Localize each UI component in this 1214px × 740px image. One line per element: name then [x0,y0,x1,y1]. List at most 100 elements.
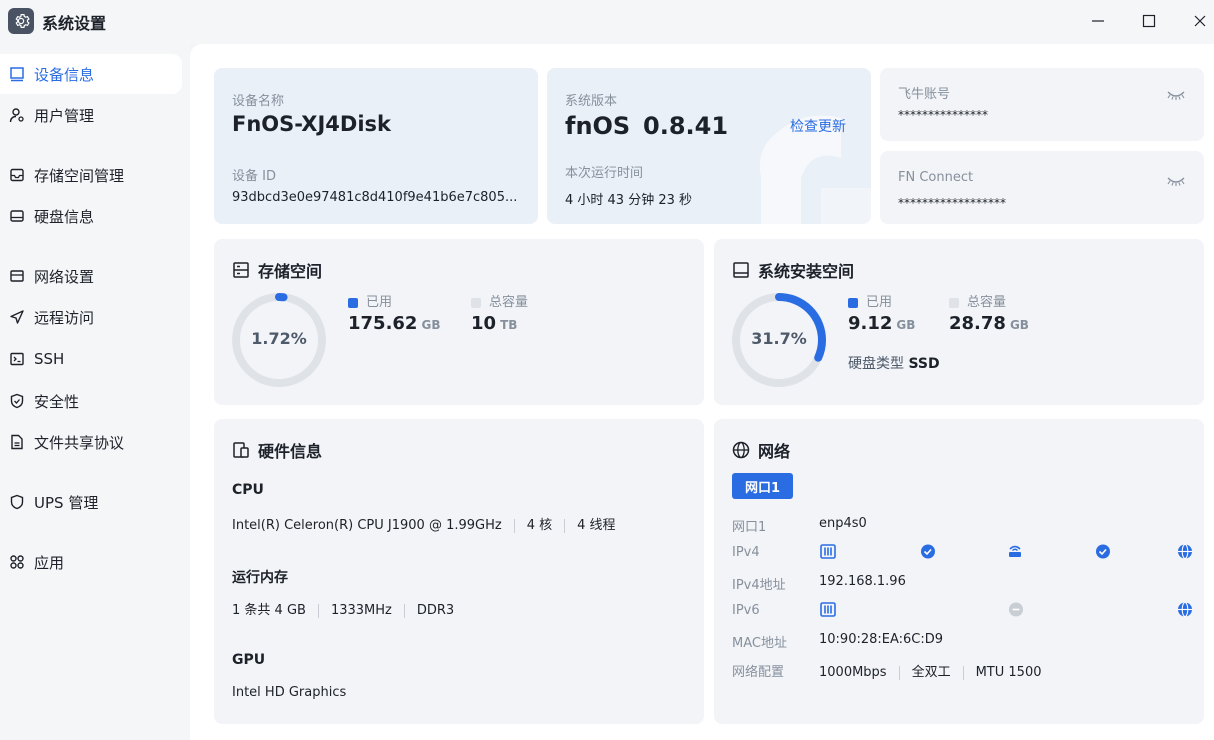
ipv4-connection-diagram [820,543,1192,560]
ipv6-connection-diagram [820,601,1192,618]
minimize-button[interactable] [1086,10,1110,32]
storage-percent: 1.72% [251,329,307,348]
device-id-label: 设备 ID [232,169,276,184]
memory-specs: 1 条共 4 GB 1333MHz DDR3 [232,599,454,618]
sidebar-item-label: 用户管理 [34,106,95,125]
divider [564,518,566,533]
used-number: 9.12 [848,313,893,334]
gpu-label: GPU [232,652,266,668]
storage-total-legend: 总容量 [471,291,528,310]
os-version: 0.8.41 [643,112,729,140]
storage-title: 存储空间 [232,258,322,282]
link-speed: 1000Mbps [819,665,887,680]
system-total-legend: 总容量 [949,291,1006,310]
port-value: enp4s0 [819,516,867,531]
duplex-mode: 全双工 [911,665,951,680]
device-name: FnOS-XJ4Disk [232,112,391,136]
memory-speed: 1333MHz [330,603,392,618]
system-space-percent: 31.7% [751,329,807,348]
system-space-title-text: 系统安装空间 [758,262,855,281]
sidebar-item-label: 网络设置 [34,267,95,286]
sidebar-item-label: SSH [34,350,65,368]
nas-device-icon [820,544,836,559]
used-unit: GB [421,318,441,332]
shield-icon [8,493,26,511]
check-update-link[interactable]: 检查更新 [790,116,846,136]
sidebar-item-disks[interactable]: 硬盘信息 [0,196,182,236]
window-title: 系统设置 [42,14,107,33]
sidebar-item-device-info[interactable]: 设备信息 [0,54,182,94]
disk-icon [8,207,26,225]
system-space-title: 系统安装空间 [732,258,854,282]
storage-icon [233,262,249,278]
ipv4-address-value: 192.168.1.96 [819,574,906,589]
router-icon [1009,545,1021,557]
tab-port-1[interactable]: 网口1 [732,473,794,499]
nas-device-icon [820,602,836,617]
device-name-label: 设备名称 [232,94,285,109]
settings-gear-icon [8,8,34,34]
hardware-title-text: 硬件信息 [258,442,323,461]
sidebar-item-label: 硬盘信息 [34,207,95,226]
port-label: 网口1 [732,520,767,535]
divider [898,665,900,680]
mtu-value: MTU 1500 [975,665,1042,680]
sidebar-item-storage[interactable]: 存储空间管理 [0,155,182,195]
feiniu-account-value: *************** [898,108,988,122]
hardware-icon [233,442,249,458]
total-unit: TB [500,318,518,332]
memory-modules: 1 条共 4 GB [232,603,306,618]
system-version-label: 系统版本 [565,94,618,109]
disk-icon [733,262,749,278]
sidebar-item-network[interactable]: 网络设置 [0,256,182,296]
memory-type: DDR3 [416,603,455,618]
storage-icon [8,166,26,184]
close-button[interactable] [1188,10,1212,32]
maximize-button[interactable] [1137,10,1161,32]
fn-connect-card: FN Connect ****************** [880,151,1204,224]
sidebar-item-security[interactable]: 安全性 [0,381,182,421]
ipv4-address-label: IPv4地址 [732,578,786,593]
uptime-label: 本次运行时间 [565,166,644,181]
system-used-value: 9.12 GB [848,313,915,334]
sidebar-item-label: 应用 [34,553,65,572]
divider [513,518,515,533]
eye-closed-icon[interactable] [1167,172,1185,191]
feiniu-account-card: 飞牛账号 *************** [880,68,1204,141]
send-icon [8,308,26,326]
sidebar-item-file-sharing[interactable]: 文件共享协议 [0,422,182,462]
os-name: fnOS [565,112,631,140]
sidebar: 设备信息 用户管理 存储空间管理 硬盘信息 网络设置 远程访问 SSH 安全性 … [0,44,190,740]
file-icon [8,433,26,451]
sidebar-item-apps[interactable]: 应用 [0,542,182,582]
shield-check-icon [8,392,26,410]
sidebar-item-ssh[interactable]: SSH [0,339,182,379]
total-unit: GB [1009,318,1029,332]
sidebar-item-remote-access[interactable]: 远程访问 [0,297,182,337]
cpu-label: CPU [232,482,264,498]
device-id: 93dbcd3e0e97481c8d410f9e41b6e7c805... [232,190,518,205]
storage-title-text: 存储空间 [258,262,323,281]
sidebar-item-label: UPS 管理 [34,493,99,512]
divider [317,603,319,618]
globe-icon [1178,601,1192,618]
sidebar-item-users[interactable]: 用户管理 [0,95,182,135]
network-title-text: 网络 [758,442,791,461]
mac-value: 10:90:28:EA:6C:D9 [819,632,944,647]
gpu-model: Intel HD Graphics [232,685,347,700]
sidebar-item-ups[interactable]: UPS 管理 [0,482,182,522]
storage-used-legend: 已用 [348,291,392,310]
divider [962,665,964,680]
fn-connect-value: ****************** [898,196,1006,210]
network-icon [8,267,26,285]
system-used-legend: 已用 [848,291,892,310]
memory-label: 运行内存 [232,570,288,586]
network-config-value: 1000Mbps 全双工 MTU 1500 [819,661,1041,680]
ipv4-label: IPv4 [732,545,760,560]
sidebar-item-label: 设备信息 [34,65,95,84]
eye-closed-icon[interactable] [1167,86,1185,105]
uptime-value: 4 小时 43 分钟 23 秒 [565,193,693,208]
used-unit: GB [896,318,916,332]
title-bar: 系统设置 [0,0,1214,44]
check-circle-icon [1096,544,1110,559]
